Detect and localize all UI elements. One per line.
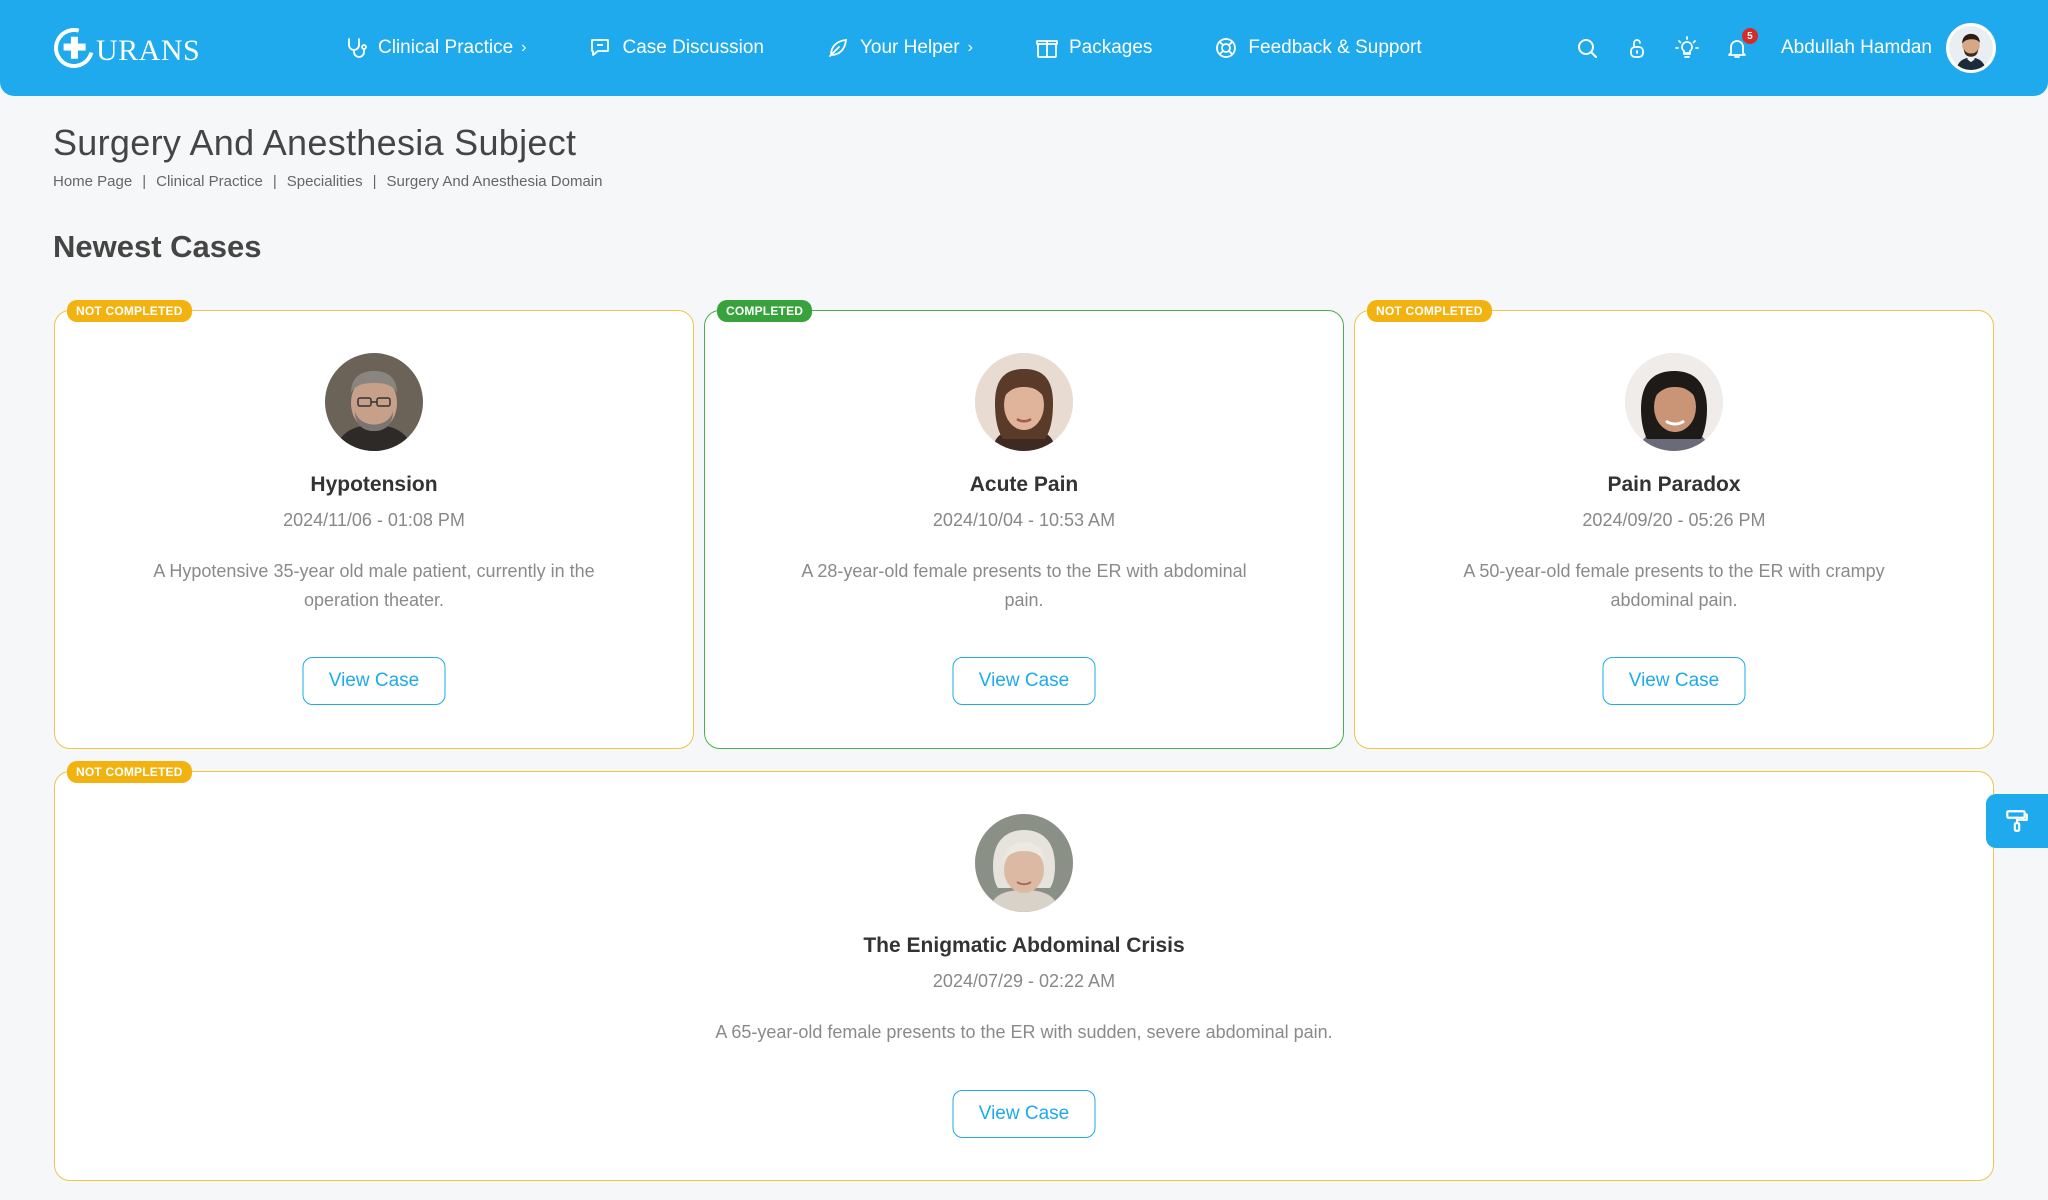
stethoscope-icon — [348, 38, 367, 58]
case-date: 2024/09/20 - 05:26 PM — [1582, 510, 1766, 530]
case-description: A Hypotensive 35-year old male patient, … — [153, 561, 595, 610]
patient-avatar — [975, 814, 1073, 912]
case-card: COMPLETED Acute Pain 2024/10/04 - 10:53 … — [704, 300, 1344, 749]
main-nav: Clinical Practice › Case Discussion Your… — [344, 0, 1484, 96]
user-avatar-image — [1949, 26, 1993, 70]
status-badge: NOT COMPLETED — [67, 761, 192, 783]
nav-item-feedback-support[interactable]: Feedback & Support — [1214, 36, 1422, 60]
page-title: Surgery And Anesthesia Subject — [53, 122, 577, 163]
breadcrumb-separator: | — [372, 173, 377, 190]
breadcrumb-separator: | — [272, 173, 277, 190]
lightbulb-icon — [1675, 36, 1699, 58]
medical-cross-icon — [46, 20, 102, 76]
chat-icon — [591, 39, 610, 56]
tips-button[interactable] — [1675, 36, 1699, 60]
nav-label: Your Helper — [859, 37, 960, 58]
case-title: Pain Paradox — [1607, 473, 1741, 496]
lifebuoy-icon — [1216, 38, 1237, 58]
case-title: Hypotension — [310, 473, 438, 496]
case-date: 2024/11/06 - 01:08 PM — [283, 510, 465, 530]
breadcrumb-separator: | — [142, 173, 147, 190]
nav-label: Clinical Practice — [378, 37, 514, 58]
leaf-icon — [829, 38, 848, 57]
nav-label: Feedback & Support — [1248, 37, 1422, 58]
brand-name: URANS — [96, 34, 201, 67]
status-badge: NOT COMPLETED — [1367, 300, 1492, 322]
paint-roller-icon — [2006, 810, 2028, 832]
case-description: A 28-year-old female presents to the ER … — [801, 561, 1247, 610]
package-icon — [1036, 40, 1058, 58]
breadcrumb-item-home[interactable]: Home Page — [53, 173, 132, 190]
notification-count-badge: 5 — [1741, 28, 1758, 44]
nav-item-packages[interactable]: Packages — [1035, 36, 1152, 60]
lock-icon — [1630, 39, 1644, 58]
user-avatar[interactable] — [1946, 23, 1996, 73]
nav-item-your-helper[interactable]: Your Helper › — [826, 36, 973, 60]
breadcrumb-item-specialities[interactable]: Specialities — [287, 173, 363, 190]
case-title: Acute Pain — [969, 473, 1079, 496]
case-date: 2024/07/29 - 02:22 AM — [932, 971, 1116, 991]
nav-actions: 5 Abdullah Hamdan — [1575, 0, 1996, 96]
status-badge: NOT COMPLETED — [67, 300, 192, 322]
nav-label: Case Discussion — [622, 37, 764, 58]
case-card: NOT COMPLETED Hypotension 2024/11/06 - 0… — [54, 300, 694, 749]
breadcrumb-item-clinical-practice[interactable]: Clinical Practice — [156, 173, 263, 190]
view-case-button[interactable]: View Case — [952, 657, 1096, 705]
breadcrumb: Home Page | Clinical Practice | Speciali… — [53, 173, 602, 190]
case-description: A 50-year-old female presents to the ER … — [1463, 561, 1885, 610]
view-case-button[interactable]: View Case — [1602, 657, 1746, 705]
user-name[interactable]: Abdullah Hamdan — [1781, 37, 1932, 59]
case-card: NOT COMPLETED The Enigmatic Abdominal Cr… — [54, 761, 1994, 1181]
section-title: Newest Cases — [53, 229, 262, 264]
nav-item-clinical-practice[interactable]: Clinical Practice › — [344, 36, 526, 60]
chevron-right-icon: › — [521, 39, 527, 56]
view-case-button[interactable]: View Case — [952, 1090, 1096, 1138]
top-navbar: URANS Clinical Practice › Case Discussio… — [0, 0, 2048, 96]
chevron-right-icon: › — [967, 39, 973, 56]
notifications-button[interactable]: 5 — [1725, 28, 1758, 60]
case-date: 2024/10/04 - 10:53 AM — [932, 510, 1116, 530]
patient-avatar — [975, 353, 1073, 451]
case-card: NOT COMPLETED Pain Paradox 2024/09/20 - … — [1354, 300, 1994, 749]
accessibility-button[interactable] — [1625, 36, 1649, 60]
search-icon — [1577, 39, 1597, 58]
case-title: The Enigmatic Abdominal Crisis — [863, 934, 1185, 957]
search-button[interactable] — [1575, 36, 1599, 60]
status-badge: COMPLETED — [717, 300, 813, 322]
nav-label: Packages — [1068, 37, 1153, 58]
patient-avatar — [1625, 353, 1723, 451]
nav-item-case-discussion[interactable]: Case Discussion — [588, 36, 764, 60]
patient-avatar — [325, 353, 423, 451]
breadcrumb-item-current: Surgery And Anesthesia Domain — [386, 173, 603, 190]
brand-logo[interactable]: URANS — [46, 20, 201, 76]
theme-customizer-tab[interactable] — [1986, 794, 2048, 848]
view-case-button[interactable]: View Case — [302, 657, 446, 705]
case-description: A 65-year-old female presents to the ER … — [715, 1022, 1333, 1042]
